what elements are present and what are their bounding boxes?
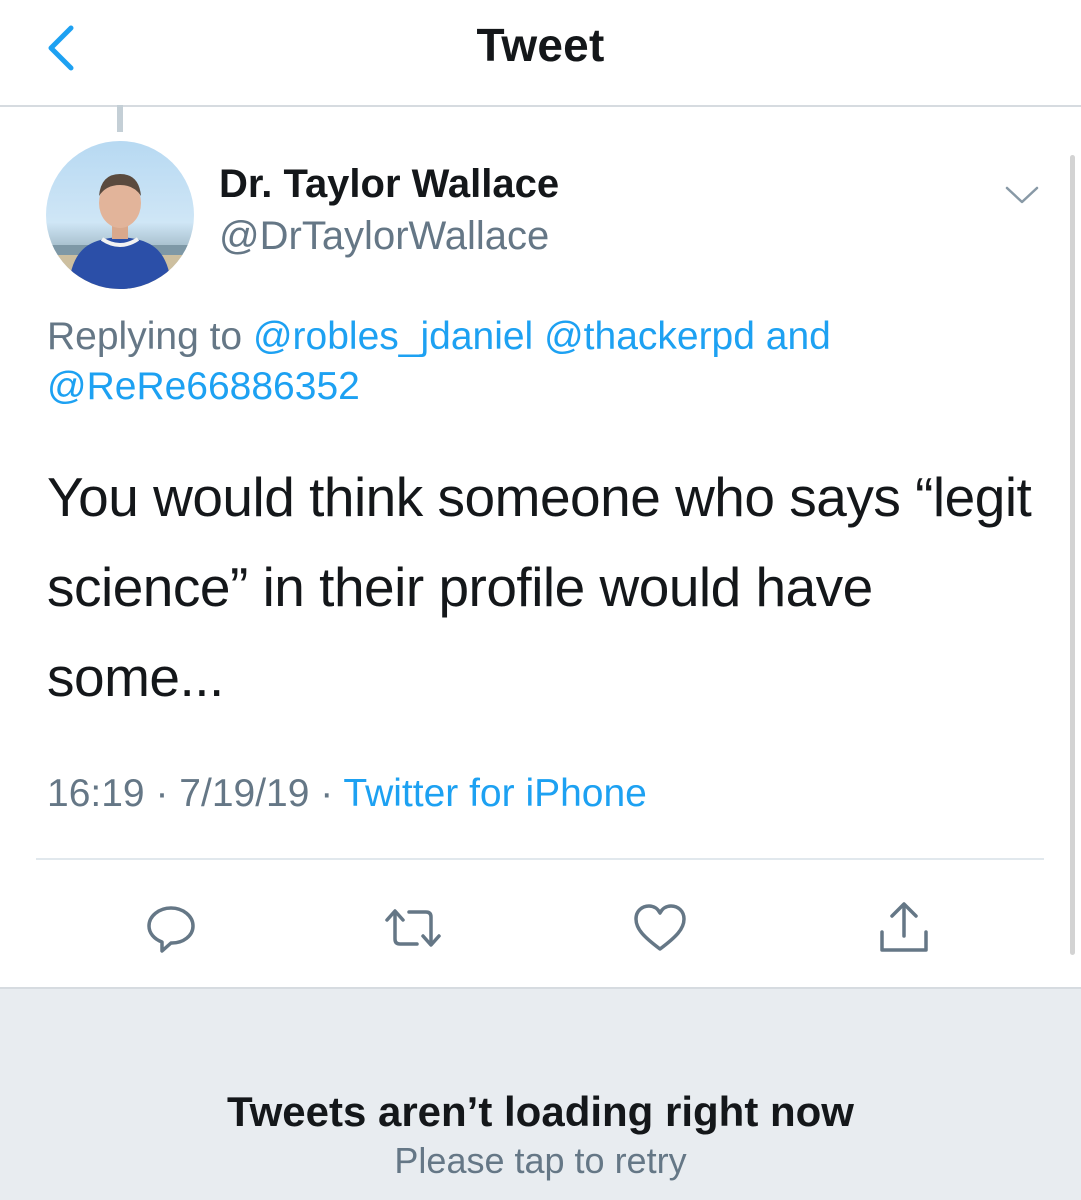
error-title[interactable]: Tweets aren’t loading right now [0, 1088, 1081, 1136]
thread-connector-line [117, 105, 123, 132]
mention-link[interactable]: @ReRe66886352 [47, 365, 360, 408]
tweet-detail-screen: Tweet Dr. Taylor Wallace @DrTaylorWallac… [0, 0, 1081, 1200]
avatar-photo [46, 141, 194, 289]
heart-icon [634, 904, 686, 951]
mention-link[interactable]: @thackerpd [544, 315, 755, 358]
retry-prompt[interactable]: Please tap to retry [0, 1140, 1081, 1182]
tweet-body-text: You would think someone who says “legit … [47, 466, 1032, 708]
top-nav-bar: Tweet [0, 0, 1081, 107]
avatar[interactable] [46, 141, 194, 289]
author-handle[interactable]: @DrTaylorWallace [219, 214, 549, 259]
tweet-options-button[interactable] [1000, 175, 1044, 215]
scrollbar[interactable] [1070, 155, 1075, 955]
share-icon [880, 902, 928, 952]
meta-separator: · [320, 772, 334, 815]
chevron-down-icon [1005, 186, 1039, 204]
reply-icon [147, 906, 195, 953]
replying-to-line: Replying to @robles_jdaniel @thackerpd a… [47, 312, 1047, 412]
retweet-icon [385, 909, 441, 947]
reply-button[interactable] [141, 898, 201, 958]
share-button[interactable] [874, 898, 934, 958]
like-button[interactable] [630, 898, 690, 958]
replying-to-label: Replying to [47, 315, 243, 358]
tweet-source-link[interactable]: Twitter for iPhone [343, 772, 646, 815]
tweet-time: 16:19 [47, 772, 145, 815]
mention-link[interactable]: @robles_jdaniel [253, 315, 533, 358]
divider [36, 858, 1044, 860]
author-display-name[interactable]: Dr. Taylor Wallace [219, 162, 559, 207]
retweet-button[interactable] [383, 898, 443, 958]
meta-separator: · [155, 772, 169, 815]
tweet-meta: 16:19 · 7/19/19 · Twitter for iPhone [47, 772, 647, 816]
tweet-date: 7/19/19 [179, 772, 310, 815]
page-title: Tweet [476, 19, 605, 71]
mention-joiner: and [765, 315, 831, 358]
